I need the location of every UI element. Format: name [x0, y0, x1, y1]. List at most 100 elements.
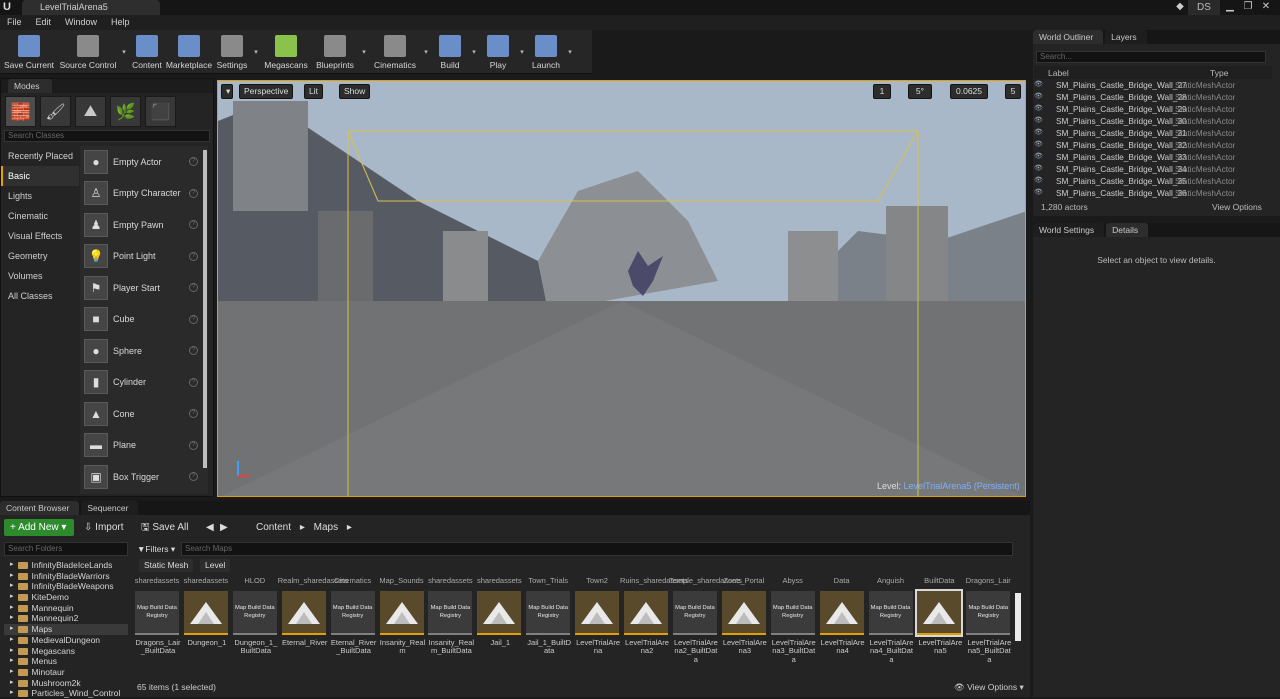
outliner-row[interactable]: 👁 SM_Plains_Castle_Bridge_Wall_31 StaticMe…: [1034, 127, 1272, 139]
folder-mannequin[interactable]: ▸ Mannequin: [4, 603, 128, 614]
visibility-eye-icon[interactable]: 👁: [1034, 79, 1048, 91]
modes-tab[interactable]: Modes: [1, 79, 213, 93]
tab-world-settings[interactable]: World Settings: [1033, 223, 1105, 237]
toolbar-marketplace-button[interactable]: Marketplace: [166, 30, 212, 74]
place-item-empty-character[interactable]: ♙ Empty Character?: [80, 178, 208, 210]
perspective-button[interactable]: Perspective: [239, 84, 294, 99]
help-icon[interactable]: ?: [189, 283, 198, 292]
grid-snap-value[interactable]: 1: [873, 84, 891, 99]
history-back-icon[interactable]: ◀: [206, 519, 214, 536]
folder-infinitybladewarriors[interactable]: ▸ InfinityBladeWarriors: [4, 571, 128, 582]
help-icon[interactable]: ?: [189, 472, 198, 481]
help-icon[interactable]: ?: [189, 346, 198, 355]
outliner-search-input[interactable]: Search...: [1036, 51, 1266, 63]
tab-world-outliner[interactable]: World Outliner: [1033, 30, 1104, 44]
visibility-eye-icon[interactable]: 👁: [1034, 151, 1048, 163]
toolbar-settings-button[interactable]: Settings: [214, 30, 250, 74]
folder-menus[interactable]: ▸ Menus: [4, 656, 128, 667]
menu-edit[interactable]: Edit: [29, 15, 59, 30]
visibility-eye-icon[interactable]: 👁: [1034, 175, 1048, 187]
asset-tile[interactable]: Map Build Data Registry Dragons_Lair_Buil…: [135, 591, 181, 656]
asset-tile[interactable]: Map Build Data Registry LevelTrialArena5_…: [966, 591, 1012, 664]
breadcrumb-content[interactable]: Content: [256, 522, 291, 533]
outliner-row[interactable]: 👁 SM_Plains_Castle_Bridge_Wall_34 StaticMe…: [1034, 163, 1272, 175]
toolbar-content-button[interactable]: Content: [130, 30, 164, 74]
help-icon[interactable]: ?: [189, 440, 198, 450]
place-item-cone[interactable]: ▲ Cone?: [80, 398, 208, 430]
help-icon[interactable]: ?: [189, 220, 198, 229]
folder-infinitybladeweapons[interactable]: ▸ InfinityBladeWeapons: [4, 581, 128, 592]
outliner-row[interactable]: 👁 SM_Plains_Castle_Bridge_Wall_30 StaticMe…: [1034, 115, 1272, 127]
viewport-options-button[interactable]: ▾: [221, 84, 233, 99]
asset-tile[interactable]: Map Build Data Registry LevelTrialArena4_…: [868, 591, 915, 664]
expand-arrow-icon[interactable]: ▸: [10, 624, 14, 635]
filters-button[interactable]: ▼Filters ▾: [137, 542, 179, 556]
asset-tile[interactable]: LevelTrialArena4: [819, 591, 866, 656]
expand-arrow-icon[interactable]: ▸: [10, 560, 14, 571]
tab-content-browser[interactable]: Content Browser: [0, 501, 80, 515]
restore-icon[interactable]: ❐: [1242, 1, 1254, 13]
expand-arrow-icon[interactable]: ▸: [10, 688, 14, 699]
expand-arrow-icon[interactable]: ▸: [10, 592, 14, 603]
folder-particles_wind_control[interactable]: ▸ Particles_Wind_Control: [4, 688, 128, 699]
notifications-icon[interactable]: ◆: [1174, 1, 1186, 13]
place-item-empty-actor[interactable]: ● Empty Actor?: [80, 146, 208, 178]
asset-scrollbar[interactable]: [1015, 593, 1021, 641]
folder-mushroom2k[interactable]: ▸ Mushroom2k: [4, 678, 128, 689]
placeable-scrollbar[interactable]: [203, 150, 207, 468]
search-classes-input[interactable]: Search Classes: [4, 130, 210, 142]
asset-tile[interactable]: LevelTrialArena5: [915, 589, 964, 656]
asset-tile[interactable]: Insanity_Realm: [379, 591, 426, 656]
visibility-eye-icon[interactable]: 👁: [1034, 91, 1048, 103]
asset-tile[interactable]: LevelTrialArena3: [721, 591, 768, 656]
tab-details[interactable]: Details: [1106, 223, 1149, 237]
geometry-mode-icon[interactable]: ⬛: [145, 96, 176, 127]
outliner-row[interactable]: 👁 SM_Plains_Castle_Bridge_Wall_27 StaticMe…: [1034, 79, 1272, 91]
asset-tile[interactable]: Map Build Data Registry Jail_1_BuiltData: [526, 591, 572, 656]
folder-mannequin2[interactable]: ▸ Mannequin2: [4, 613, 128, 624]
asset-tile[interactable]: Map Build Data Registry Insanity_Realm_Bu…: [428, 591, 474, 656]
import-button[interactable]: ⇩ Import: [84, 519, 124, 536]
visibility-eye-icon[interactable]: 👁: [1034, 163, 1048, 175]
toolbar-dropdown-arrow-icon[interactable]: ▾: [566, 30, 574, 74]
help-icon[interactable]: ?: [189, 314, 198, 324]
add-new-button[interactable]: + Add New ▾: [4, 519, 74, 536]
visibility-eye-icon[interactable]: 👁: [1034, 187, 1048, 199]
camera-speed-value[interactable]: 5: [1005, 84, 1021, 99]
asset-tile[interactable]: Map Build Data Registry Eternal_River_Bui…: [330, 591, 377, 656]
folder-medievaldungeon[interactable]: ▸ MedievalDungeon: [4, 635, 128, 646]
expand-arrow-icon[interactable]: ▸: [10, 571, 14, 582]
category-basic[interactable]: Basic: [1, 166, 79, 186]
menu-help[interactable]: Help: [104, 15, 137, 30]
folder-megascans[interactable]: ▸ Megascans: [4, 646, 128, 657]
outliner-row[interactable]: 👁 SM_Plains_Castle_Bridge_Wall_29 StaticMe…: [1034, 103, 1272, 115]
filter-chip-static-mesh[interactable]: Static Mesh: [139, 559, 194, 572]
category-recently-placed[interactable]: Recently Placed: [1, 146, 79, 166]
visibility-eye-icon[interactable]: 👁: [1034, 127, 1048, 139]
expand-arrow-icon[interactable]: ▸: [10, 646, 14, 657]
category-volumes[interactable]: Volumes: [1, 266, 79, 286]
folder-minotaur[interactable]: ▸ Minotaur: [4, 667, 128, 678]
place-item-player-start[interactable]: ⚑ Player Start?: [80, 272, 208, 304]
type-column-header[interactable]: Type: [1210, 68, 1228, 78]
category-cinematic[interactable]: Cinematic: [1, 206, 79, 226]
visibility-eye-icon[interactable]: 👁: [1034, 139, 1048, 151]
outliner-row[interactable]: 👁 SM_Plains_Castle_Bridge_Wall_28 StaticMe…: [1034, 91, 1272, 103]
level-tab[interactable]: LevelTrialArena5: [22, 0, 160, 15]
history-forward-icon[interactable]: ▶: [220, 519, 228, 536]
search-folders-input[interactable]: Search Folders: [4, 542, 128, 556]
help-icon[interactable]: ?: [189, 157, 198, 166]
help-icon[interactable]: ?: [189, 377, 198, 387]
expand-arrow-icon[interactable]: ▸: [10, 667, 14, 678]
tab-sequencer[interactable]: Sequencer: [81, 501, 139, 515]
menu-window[interactable]: Window: [58, 15, 104, 30]
help-icon[interactable]: ?: [189, 409, 198, 418]
folder-maps[interactable]: ▸ Maps: [4, 624, 128, 635]
folder-kitedemo[interactable]: ▸ KiteDemo: [4, 592, 128, 603]
paint-mode-icon[interactable]: 🖌: [40, 96, 71, 127]
place-item-box-trigger[interactable]: ▣ Box Trigger?: [80, 461, 208, 493]
outliner-row[interactable]: 👁 SM_Plains_Castle_Bridge_Wall_36 StaticMe…: [1034, 187, 1272, 199]
expand-arrow-icon[interactable]: ▸: [10, 613, 14, 624]
outliner-row[interactable]: 👁 SM_Plains_Castle_Bridge_Wall_32 StaticMe…: [1034, 139, 1272, 151]
toolbar-dropdown-arrow-icon[interactable]: ▾: [422, 30, 430, 74]
